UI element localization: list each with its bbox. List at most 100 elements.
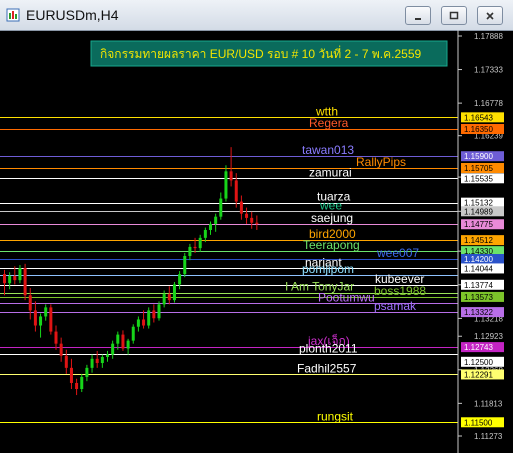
candle-body-6 bbox=[33, 310, 37, 326]
guess-label-3: RallyPips bbox=[356, 155, 406, 169]
candle-body-9 bbox=[49, 307, 53, 332]
candle-body-25 bbox=[131, 326, 135, 341]
guess-label-4: zamurai bbox=[309, 165, 352, 179]
candle-body-8 bbox=[44, 307, 48, 317]
candle-body-48 bbox=[250, 217, 254, 223]
candle-body-47 bbox=[245, 213, 249, 218]
price-tag-label-8: 1.14512 bbox=[464, 236, 493, 245]
guess-label-7: saejung bbox=[311, 211, 353, 225]
candle-body-2 bbox=[13, 275, 17, 281]
price-tag-label-16: 1.12500 bbox=[464, 358, 493, 367]
candle-body-26 bbox=[136, 319, 140, 327]
candle-body-49 bbox=[255, 222, 259, 224]
minimize-button[interactable] bbox=[405, 6, 431, 25]
candle-body-12 bbox=[64, 355, 68, 368]
candle-body-19 bbox=[100, 356, 104, 364]
candle-body-33 bbox=[172, 284, 176, 301]
guess-label-19: plonth2011 bbox=[299, 341, 358, 355]
candle-body-5 bbox=[28, 295, 32, 311]
close-icon bbox=[486, 12, 494, 20]
candle-body-44 bbox=[229, 171, 233, 181]
close-button[interactable] bbox=[477, 6, 503, 25]
candlesticks bbox=[3, 147, 259, 396]
price-tag-label-7: 1.14775 bbox=[464, 220, 493, 229]
candle-body-41 bbox=[214, 216, 218, 224]
candle-body-22 bbox=[116, 334, 120, 344]
guess-label-20: Fadhil2557 bbox=[297, 361, 357, 375]
price-tag-label-12: 1.13774 bbox=[464, 281, 493, 290]
candle-body-34 bbox=[178, 274, 182, 285]
candle-body-24 bbox=[126, 340, 130, 349]
window-title: EURUSDm,H4 bbox=[26, 7, 119, 23]
candle-body-43 bbox=[224, 171, 228, 199]
guess-label-10: wee007 bbox=[376, 246, 419, 260]
candle-body-15 bbox=[80, 376, 84, 390]
candle-body-40 bbox=[209, 223, 212, 230]
guess-label-9: Teerapong bbox=[303, 238, 360, 252]
axis-tick-label-11: 1.11813 bbox=[474, 399, 503, 408]
candle-body-7 bbox=[39, 316, 43, 326]
guess-labels: wtthRegeratawan013RallyPipszamuraituarza… bbox=[285, 104, 426, 423]
maximize-icon bbox=[449, 11, 459, 20]
guess-label-15: boss1988 bbox=[374, 284, 426, 298]
candle-body-46 bbox=[239, 201, 243, 214]
candle-body-32 bbox=[167, 294, 171, 301]
guess-label-6: wee bbox=[319, 198, 342, 212]
price-tag-label-15: 1.12743 bbox=[464, 343, 493, 352]
candle-body-13 bbox=[69, 367, 73, 383]
chart-canvas: wtthRegeratawan013RallyPipszamuraituarza… bbox=[0, 30, 504, 453]
candle-body-16 bbox=[85, 367, 89, 377]
price-tag-label-4: 1.15535 bbox=[464, 174, 493, 183]
guess-label-2: tawan013 bbox=[302, 143, 354, 157]
guess-label-16: Pootumwu bbox=[318, 290, 375, 304]
candle-body-36 bbox=[188, 246, 192, 256]
chart-window: EURUSDm,H4 wtth Regera tawan013 RallyPips za… bbox=[0, 0, 513, 453]
header-box-text: กิจกรรมทายผลราคา EUR/USD รอบ # 10 วันที่… bbox=[100, 45, 422, 61]
candle-body-42 bbox=[219, 198, 223, 217]
axis-tick-label-9: 1.12923 bbox=[474, 332, 503, 341]
guess-label-21: rungsit bbox=[317, 409, 354, 423]
guess-label-12: pomjipom bbox=[302, 262, 354, 276]
candle-body-35 bbox=[183, 255, 187, 275]
candle-body-27 bbox=[142, 319, 146, 326]
title-bar[interactable]: EURUSDm,H4 bbox=[0, 0, 513, 31]
minimize-icon bbox=[415, 18, 421, 20]
header-box: กิจกรรมทายผลราคา EUR/USD รอบ # 10 วันที่… bbox=[90, 40, 448, 67]
price-tag-label-14: 1.13322 bbox=[464, 308, 493, 317]
price-tag-label-2: 1.15900 bbox=[464, 152, 493, 161]
price-tag-label-3: 1.15705 bbox=[464, 164, 493, 173]
candle-body-28 bbox=[147, 310, 151, 326]
candle-body-11 bbox=[59, 343, 63, 356]
price-tag-label-10: 1.14200 bbox=[464, 255, 493, 264]
candle-body-3 bbox=[18, 268, 22, 281]
price-tag-label-1: 1.16350 bbox=[464, 125, 493, 134]
candle-body-21 bbox=[111, 343, 115, 355]
candle-body-30 bbox=[157, 304, 161, 319]
price-tag-label-11: 1.14044 bbox=[464, 264, 493, 273]
candle-body-37 bbox=[193, 246, 197, 249]
candle-body-0 bbox=[3, 274, 6, 284]
axis-tick-label-2: 1.16778 bbox=[474, 99, 503, 108]
maximize-button[interactable] bbox=[441, 6, 467, 25]
candle-body-17 bbox=[90, 358, 94, 368]
candle-body-31 bbox=[162, 294, 166, 305]
guess-label-1: Regera bbox=[309, 116, 349, 130]
price-tag-label-6: 1.14989 bbox=[464, 207, 493, 216]
axis-tick-label-12: 1.11273 bbox=[474, 432, 503, 441]
candle-body-45 bbox=[234, 180, 238, 202]
candle-body-14 bbox=[75, 382, 79, 390]
axis-tick-label-0: 1.17888 bbox=[474, 32, 503, 41]
price-tag-label-17: 1.12291 bbox=[464, 370, 493, 379]
price-tag-label-18: 1.11500 bbox=[464, 418, 493, 427]
candle-body-1 bbox=[8, 275, 12, 284]
price-chart[interactable]: wtth Regera tawan013 RallyPips zamurai tuarza… bbox=[0, 30, 513, 453]
candle-body-39 bbox=[203, 229, 207, 238]
candle-body-4 bbox=[23, 268, 27, 296]
price-tag-label-0: 1.16543 bbox=[464, 113, 493, 122]
chart-app-icon bbox=[6, 8, 20, 22]
price-axis-tags: 1.165431.163501.159001.157051.155351.151… bbox=[461, 112, 504, 428]
candle-body-23 bbox=[121, 334, 125, 349]
candle-body-18 bbox=[95, 358, 99, 364]
price-tag-label-13: 1.13573 bbox=[464, 293, 493, 302]
guess-label-17: psamak bbox=[374, 299, 417, 313]
